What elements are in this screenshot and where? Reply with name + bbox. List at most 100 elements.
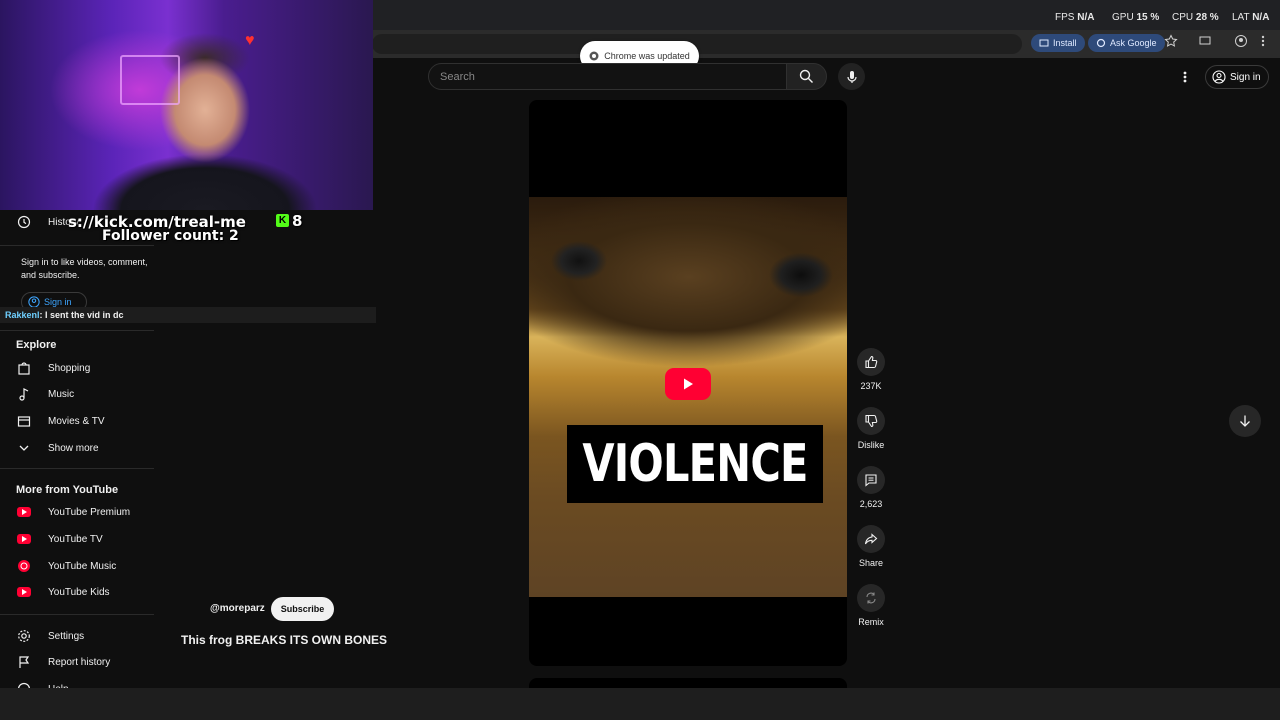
search-placeholder: Search	[440, 70, 475, 83]
sidebar-item-label: Music	[48, 388, 75, 400]
shopping-bag-icon	[16, 360, 32, 376]
sidebar-item-shopping[interactable]: Shopping	[0, 355, 154, 381]
subscribe-button[interactable]: Subscribe	[271, 597, 334, 621]
kick-viewer-count: 8	[292, 212, 303, 230]
dislike-action[interactable]: Dislike	[857, 407, 885, 450]
search-icon	[799, 69, 813, 83]
lat-stat: LAT N/A	[1232, 12, 1270, 23]
search-button[interactable]	[786, 63, 827, 90]
sidebar-divider	[0, 614, 154, 615]
sidebar-item-report-history[interactable]: Report history	[0, 649, 154, 675]
kick-logo-icon: K	[276, 214, 289, 227]
search-input[interactable]: Search	[428, 63, 787, 90]
sidebar-item-label: Settings	[48, 630, 85, 642]
chat-username: Rakkenl	[5, 310, 40, 320]
share-button[interactable]	[857, 525, 885, 553]
video-overlay-caption: VIOLENCE	[567, 425, 823, 503]
remix-label: Remix	[858, 617, 884, 627]
install-icon	[1039, 39, 1049, 47]
sidebar-item-label: YouTube Music	[48, 560, 117, 572]
sidebar-item-youtube-kids[interactable]: YouTube Kids	[0, 579, 154, 605]
remix-button[interactable]	[857, 584, 885, 612]
microphone-icon	[846, 70, 857, 83]
sidebar-item-youtube-premium[interactable]: YouTube Premium	[0, 499, 154, 525]
toast-text: Chrome was updated	[604, 51, 690, 61]
cast-icon[interactable]	[1198, 34, 1216, 52]
play-icon	[684, 378, 693, 390]
profile-icon[interactable]	[1234, 34, 1252, 52]
sidebar-item-label: Movies & TV	[48, 415, 105, 427]
sidebar-item-label: YouTube Premium	[48, 506, 131, 518]
gear-icon	[16, 628, 32, 644]
chat-text: : I sent the vid in dc	[39, 310, 124, 320]
bottom-bar	[0, 688, 1280, 720]
sidebar-item-youtube-music[interactable]: YouTube Music	[0, 553, 154, 579]
more-from-youtube-heading: More from YouTube	[16, 484, 119, 496]
install-label: Install	[1053, 38, 1077, 48]
remix-action[interactable]: Remix	[857, 584, 885, 627]
next-video-button[interactable]	[1229, 405, 1261, 437]
sidebar-item-label: Show more	[48, 442, 99, 454]
comments-button[interactable]	[857, 466, 885, 494]
youtube-kids-icon	[16, 584, 32, 600]
share-action[interactable]: Share	[857, 525, 885, 568]
chrome-menu-icon[interactable]	[1260, 34, 1278, 52]
video-title: This frog BREAKS ITS OWN BONES	[181, 633, 388, 647]
sidebar-item-label: Report history	[48, 656, 111, 668]
flag-icon	[16, 654, 32, 670]
gpu-stat: GPU 15 %	[1112, 12, 1160, 23]
share-icon	[864, 533, 878, 545]
comments-action[interactable]: 2,623	[857, 466, 885, 509]
remix-icon	[866, 592, 876, 604]
neon-heart-icon: ♥	[245, 32, 255, 49]
neon-shelf-image	[120, 55, 180, 105]
like-count: 237K	[860, 381, 882, 391]
sidebar-item-settings[interactable]: Settings	[0, 623, 154, 649]
sidebar-divider	[0, 468, 154, 469]
sign-in-label: Sign in	[1230, 71, 1261, 83]
cpu-stat: CPU 28 %	[1172, 12, 1219, 23]
sign-in-prompt: Sign in to like videos, comment, and sub…	[21, 257, 148, 280]
ask-google-button[interactable]: Ask Google	[1088, 34, 1165, 52]
play-button[interactable]	[665, 368, 711, 400]
more-vertical-icon	[1183, 71, 1187, 83]
follower-count-overlay: Follower count: 2	[102, 228, 239, 244]
explore-heading: Explore	[16, 339, 57, 351]
history-icon	[16, 214, 32, 230]
sidebar-divider	[0, 245, 154, 246]
sidebar-item-label: YouTube Kids	[48, 586, 110, 598]
clapperboard-icon	[16, 413, 32, 429]
sign-in-button[interactable]: Sign in	[1205, 65, 1269, 89]
install-button[interactable]: Install	[1031, 34, 1085, 52]
share-label: Share	[858, 558, 884, 568]
lens-icon	[1096, 38, 1106, 48]
channel-handle[interactable]: @moreparz	[210, 603, 265, 614]
youtube-premium-icon	[16, 504, 32, 520]
sidebar-item-youtube-tv[interactable]: YouTube TV	[0, 526, 154, 552]
comments-count: 2,623	[859, 499, 883, 509]
settings-menu-button[interactable]	[1176, 66, 1194, 88]
sidebar-item-label: YouTube TV	[48, 533, 103, 545]
fps-stat: FPS N/A	[1055, 12, 1095, 23]
thumbs-down-icon	[865, 414, 878, 428]
sidebar-item-music[interactable]: Music	[0, 381, 154, 407]
chrome-logo-icon	[589, 51, 599, 61]
music-note-icon	[16, 386, 32, 402]
like-button[interactable]	[857, 348, 885, 376]
youtube-tv-icon	[16, 531, 32, 547]
sidebar-divider	[0, 330, 154, 331]
bookmark-star-icon[interactable]	[1164, 34, 1182, 52]
voice-search-button[interactable]	[838, 63, 865, 90]
sidebar-sign-in-label: Sign in	[44, 297, 72, 307]
youtube-music-icon	[16, 558, 32, 574]
sidebar-item-movies-tv[interactable]: Movies & TV	[0, 408, 154, 434]
chat-message: Rakkenl: I sent the vid in dc	[0, 307, 376, 323]
shorts-video-player[interactable]: VIOLENCE	[529, 100, 847, 666]
like-action[interactable]: 237K	[857, 348, 885, 391]
arrow-down-icon	[1240, 415, 1250, 427]
sidebar-item-label: Shopping	[48, 362, 91, 374]
sidebar-item-show-more[interactable]: Show more	[0, 435, 154, 461]
thumbs-up-icon	[865, 355, 878, 369]
webcam-overlay: ♥	[0, 0, 373, 210]
dislike-button[interactable]	[857, 407, 885, 435]
